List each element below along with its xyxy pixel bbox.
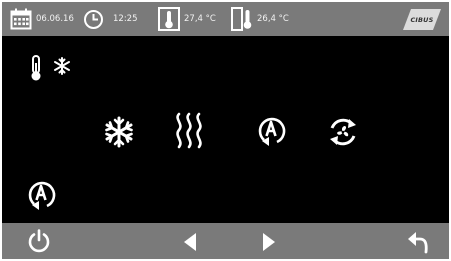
logo-text: CIBUS <box>410 15 434 24</box>
power-icon <box>28 229 50 253</box>
next-button[interactable] <box>261 232 277 252</box>
clock-icon <box>84 9 103 29</box>
time-display: 12:25 <box>83 2 138 36</box>
back-icon <box>408 232 428 254</box>
main-panel <box>2 36 449 223</box>
arrow-right-icon <box>263 233 275 251</box>
date-text: 06.06.16 <box>36 14 74 24</box>
fan-recirculation-icon <box>330 118 356 146</box>
brand-logo: CIBUS <box>403 9 441 30</box>
thermometer-frame-icon <box>158 7 180 31</box>
calendar-icon <box>10 8 32 30</box>
auto-mode-icon <box>258 117 286 146</box>
heating-mode-button[interactable] <box>171 112 209 150</box>
temperature-1-text: 27,4 °C <box>184 14 216 24</box>
heat-waves-icon <box>176 112 202 149</box>
auto-mode-indicator[interactable] <box>25 178 57 214</box>
time-text: 12:25 <box>113 14 138 24</box>
snowflake-icon <box>105 116 133 148</box>
status-bar: 06.06.16 12:25 27,4 °C 26,4 °C CIBUS <box>2 2 449 36</box>
thermometer-snowflake-icon <box>31 55 70 81</box>
bottom-navigation-bar <box>2 223 449 259</box>
cooling-mode-button[interactable] <box>103 115 135 149</box>
arrow-left-icon <box>184 233 196 251</box>
thermometer-door-icon <box>231 7 252 31</box>
device-screen: 06.06.16 12:25 27,4 °C 26,4 °C CIBUS <box>2 2 449 259</box>
recirculation-mode-button[interactable] <box>325 114 361 150</box>
temperature-1-display: 27,4 °C <box>158 2 216 36</box>
back-button[interactable] <box>406 230 430 254</box>
power-button[interactable] <box>27 229 51 253</box>
auto-mode-button[interactable] <box>255 114 287 150</box>
auto-mode-icon <box>28 181 56 210</box>
previous-button[interactable] <box>182 232 198 252</box>
date-display: 06.06.16 <box>10 2 74 36</box>
temperature-2-display: 26,4 °C <box>231 2 289 36</box>
temperature-2-text: 26,4 °C <box>257 14 289 24</box>
